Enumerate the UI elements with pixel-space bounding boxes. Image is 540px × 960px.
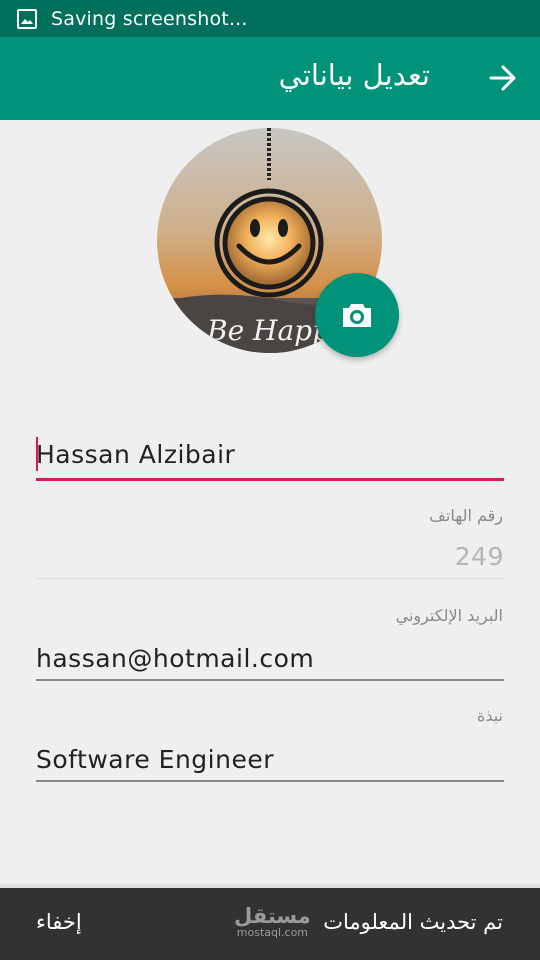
bio-field[interactable]: Software Engineer <box>36 745 504 774</box>
email-label: البريد الإلكتروني <box>395 606 503 625</box>
status-text: Saving screenshot... <box>51 7 248 30</box>
email-field-underline <box>36 679 504 681</box>
page-title: تعديل بياناتي <box>278 58 430 92</box>
watermark-sub: mostaql.com <box>236 926 309 939</box>
snackbar: تم تحديث المعلومات مستقل mostaql.com إخف… <box>0 888 540 960</box>
phone-label: رقم الهاتف <box>429 506 503 525</box>
phone-field-underline <box>36 578 504 579</box>
hide-button[interactable]: إخفاء <box>36 910 82 934</box>
status-bar: Saving screenshot... <box>0 0 540 37</box>
phone-field[interactable]: 249 <box>36 542 504 571</box>
image-icon <box>17 8 37 29</box>
name-field[interactable]: Hassan Alzibair <box>36 440 504 469</box>
camera-icon <box>343 304 371 327</box>
app-bar: تعديل بياناتي <box>0 37 540 120</box>
bio-field-underline <box>36 780 504 782</box>
snackbar-message: تم تحديث المعلومات <box>323 910 503 934</box>
arrow-forward-icon[interactable] <box>488 63 518 93</box>
watermark-main: مستقل <box>234 904 311 928</box>
watermark-logo: مستقل mostaql.com <box>234 905 311 939</box>
change-photo-button[interactable] <box>315 273 399 357</box>
avatar-caption: Be Happ <box>206 314 330 347</box>
name-field-underline <box>36 478 504 481</box>
bio-label: نبذة <box>476 706 503 725</box>
email-field[interactable]: hassan@hotmail.com <box>36 644 504 673</box>
